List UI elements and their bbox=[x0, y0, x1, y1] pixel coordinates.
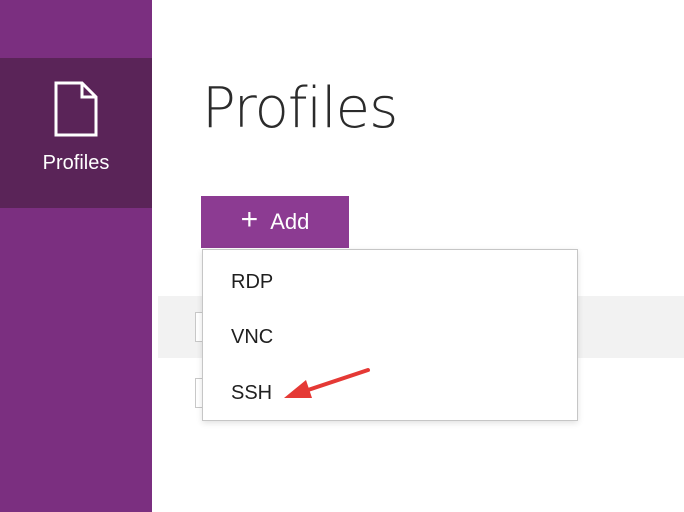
add-button[interactable]: + Add bbox=[201, 196, 349, 248]
red-arrow-icon bbox=[284, 368, 370, 398]
add-button-label: Add bbox=[270, 209, 310, 234]
menu-item-label: SSH bbox=[231, 381, 273, 404]
sidebar: Profiles bbox=[0, 0, 152, 512]
page-title: Profiles bbox=[202, 76, 398, 141]
menu-item-rdp[interactable]: RDP bbox=[203, 254, 577, 310]
menu-item-label: RDP bbox=[231, 270, 274, 293]
menu-item-ssh[interactable]: SSH bbox=[203, 365, 577, 421]
menu-item-vnc[interactable]: VNC bbox=[203, 309, 577, 365]
sidebar-item-label: Profiles bbox=[42, 152, 110, 174]
menu-item-label: VNC bbox=[231, 325, 274, 348]
app-window: Profiles Profiles + Add RDP VNC SSH bbox=[0, 0, 684, 512]
sidebar-item-profiles[interactable]: Profiles bbox=[0, 58, 152, 208]
add-dropdown-menu: RDP VNC SSH bbox=[202, 249, 578, 421]
plus-icon: + bbox=[240, 203, 259, 236]
document-icon bbox=[54, 81, 98, 137]
